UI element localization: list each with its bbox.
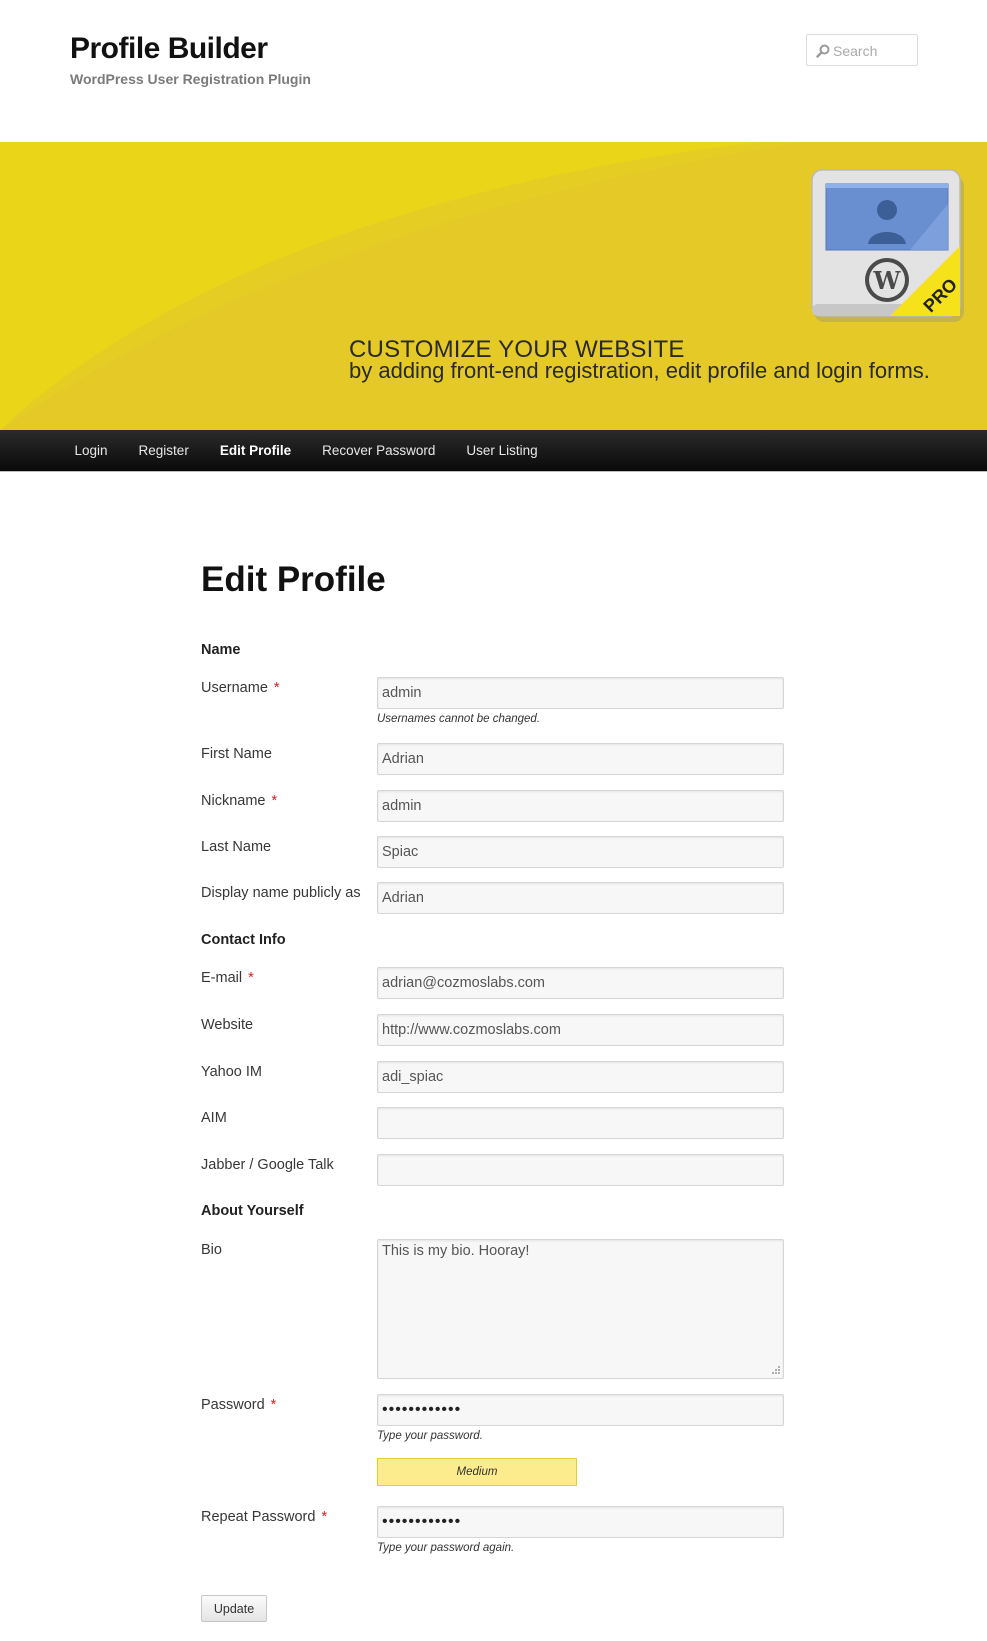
nav-item-login[interactable]: Login xyxy=(59,430,123,472)
required-marker: * xyxy=(248,970,254,986)
main-navigation: Login Register Edit Profile Recover Pass… xyxy=(0,430,987,472)
site-title[interactable]: Profile Builder xyxy=(70,32,268,66)
aim-label: AIM xyxy=(201,1110,227,1126)
nav-item-user-listing[interactable]: User Listing xyxy=(451,430,553,472)
username-field[interactable] xyxy=(377,677,784,709)
password-label: Password * xyxy=(201,1397,277,1413)
username-hint: Usernames cannot be changed. xyxy=(377,713,541,725)
update-button[interactable]: Update xyxy=(201,1595,267,1622)
header-banner: W PRO CUSTOMIZE YOUR WEBSITE by adding f… xyxy=(0,142,987,430)
svg-text:W: W xyxy=(873,266,902,295)
required-marker: * xyxy=(273,680,280,696)
password-hint: Type your password. xyxy=(377,1430,483,1442)
email-label: E-mail * xyxy=(201,970,254,986)
email-field[interactable] xyxy=(377,967,784,999)
resize-grip-icon[interactable] xyxy=(770,1365,781,1376)
nickname-label: Nickname * xyxy=(201,793,278,809)
nickname-field[interactable] xyxy=(377,790,784,822)
search-input[interactable] xyxy=(833,40,913,62)
last-name-label: Last Name xyxy=(201,839,272,855)
yahoo-im-label: Yahoo IM xyxy=(201,1064,262,1080)
banner-subline: by adding front-end registration, edit p… xyxy=(349,358,930,383)
password-strength-indicator: Medium xyxy=(377,1458,577,1486)
bio-textarea[interactable]: This is my bio. Hooray! xyxy=(377,1239,784,1379)
site-description: WordPress User Registration Plugin xyxy=(70,71,311,87)
jabber-label: Jabber / Google Talk xyxy=(201,1157,334,1173)
nav-item-register[interactable]: Register xyxy=(123,430,204,472)
username-label: Username * xyxy=(201,680,280,696)
page-title: Edit Profile xyxy=(201,560,386,599)
repeat-password-field[interactable] xyxy=(377,1506,784,1538)
website-label: Website xyxy=(201,1017,254,1033)
section-heading-about-yourself: About Yourself xyxy=(201,1203,304,1219)
bio-label: Bio xyxy=(201,1242,222,1258)
first-name-label: First Name xyxy=(201,746,272,762)
nav-item-edit-profile[interactable]: Edit Profile xyxy=(204,430,306,472)
first-name-field[interactable] xyxy=(377,743,784,775)
section-heading-name: Name xyxy=(201,642,241,658)
display-name-label: Display name publicly as xyxy=(201,885,361,901)
search-box[interactable] xyxy=(806,34,918,66)
display-name-select[interactable] xyxy=(377,882,784,914)
required-marker: * xyxy=(271,793,278,809)
website-field[interactable] xyxy=(377,1014,784,1046)
profile-builder-pro-icon: W PRO xyxy=(811,169,964,322)
repeat-password-label: Repeat Password * xyxy=(201,1509,328,1525)
nav-item-recover-password[interactable]: Recover Password xyxy=(307,430,451,472)
password-field[interactable] xyxy=(377,1394,784,1426)
required-marker: * xyxy=(270,1397,277,1413)
aim-field[interactable] xyxy=(377,1107,784,1139)
yahoo-im-field[interactable] xyxy=(377,1061,784,1093)
section-heading-contact-info: Contact Info xyxy=(201,932,286,948)
required-marker: * xyxy=(321,1509,328,1525)
last-name-field[interactable] xyxy=(377,836,784,868)
repeat-password-hint: Type your password again. xyxy=(377,1542,515,1554)
search-icon xyxy=(816,44,830,58)
jabber-field[interactable] xyxy=(377,1154,784,1186)
